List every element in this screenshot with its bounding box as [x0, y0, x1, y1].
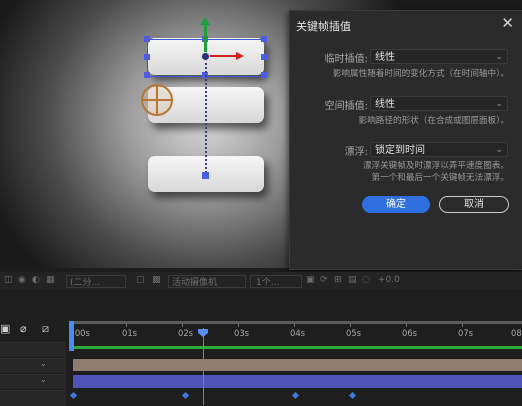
grid-icon[interactable]: ▦ — [46, 275, 55, 285]
anchor-point-icon[interactable] — [201, 52, 210, 61]
tick-mark — [462, 323, 463, 327]
roving-label: 漂浮: — [344, 147, 368, 158]
tick-label: 07s — [458, 328, 474, 338]
arrow-up-icon — [200, 17, 210, 25]
tick-mark — [238, 323, 239, 327]
keyframe-interpolation-dialog: 关键帧插值 ✕ 临时插值: 线性 ⌄ 影响属性随着时间的变化方式（在时间轴中）。… — [289, 10, 522, 270]
layer-duration-bar[interactable] — [73, 359, 522, 371]
paperclip-icon[interactable]: ⌀ — [20, 322, 27, 335]
tick-label: 05s — [346, 328, 362, 338]
layer-row-controls — [0, 374, 66, 389]
tick-label: 01s — [122, 328, 138, 338]
layer-row-controls — [0, 390, 66, 406]
time-ruler[interactable]: :00s 01s 02s 03s 04s 05s 06s 07s 08 — [70, 320, 522, 338]
color-icon[interactable]: ◐ — [32, 275, 40, 285]
motion-path — [205, 56, 207, 176]
graph-icon[interactable]: ⊞ — [334, 275, 342, 285]
tick-label: 06s — [402, 328, 418, 338]
spatial-interpolation-select[interactable]: 线性 ⌄ — [370, 96, 508, 111]
tick-label-start: :00s — [72, 328, 90, 338]
arrow-right-icon — [236, 52, 244, 60]
layer-row[interactable] — [0, 342, 522, 357]
layer-duration-bar-selected[interactable] — [73, 375, 522, 388]
tick-mark — [294, 323, 295, 327]
region-icon[interactable]: ▢ — [136, 275, 145, 285]
work-area-start-marker[interactable] — [69, 321, 74, 351]
tick-mark — [350, 323, 351, 327]
roving-select[interactable]: 锁定到时间 ⌄ — [370, 142, 508, 157]
temporal-interpolation-description: 影响属性随着时间的变化方式（在时间轴中）。 — [332, 69, 509, 79]
tick-mark — [406, 323, 407, 327]
transform-handle[interactable] — [261, 54, 267, 60]
temporal-interpolation-value: 线性 — [375, 52, 395, 63]
current-time-indicator[interactable] — [203, 328, 204, 405]
chevron-down-icon: ⌄ — [495, 52, 503, 62]
tick-label: 08 — [511, 328, 522, 338]
transform-handle[interactable] — [261, 36, 267, 42]
channel-icon[interactable]: ◫ — [4, 275, 13, 285]
tick-label: 02s — [178, 328, 194, 338]
transparency-grid-icon[interactable]: ▩ — [152, 275, 161, 285]
spatial-interpolation-value: 线性 — [375, 99, 395, 110]
transform-handle[interactable] — [261, 72, 267, 78]
transform-handle[interactable] — [144, 72, 150, 78]
roving-description-line2: 第一个和最后一个关键帧无法漂浮。 — [371, 173, 509, 183]
tick-mark — [126, 323, 127, 327]
layer-icon[interactable]: ▣ — [0, 322, 10, 335]
layer-row-controls — [0, 358, 66, 373]
layer-row[interactable] — [0, 390, 522, 406]
tick-mark — [182, 323, 183, 327]
tick-label: 04s — [290, 328, 306, 338]
layer-row-controls — [0, 342, 66, 357]
graph-editor-icon[interactable]: ⧄ — [42, 322, 49, 336]
cancel-button[interactable]: 取消 — [439, 196, 509, 213]
close-icon[interactable]: ✕ — [501, 14, 514, 32]
resolution-value: (二分... — [70, 278, 101, 288]
y-axis-gizmo[interactable] — [204, 22, 207, 56]
temporal-interpolation-label: 临时插值: — [324, 54, 368, 65]
chevron-down-icon: ⌄ — [495, 145, 503, 155]
camera-target-icon[interactable] — [141, 84, 173, 116]
ok-button[interactable]: 确定 — [362, 196, 430, 213]
motion-path-keyframe[interactable] — [202, 172, 209, 179]
timeline-panel: ▣ ⌀ ⧄ :00s 01s 02s 03s 04s 05s 06s 07s 0… — [0, 292, 522, 406]
fast-preview-icon[interactable]: ⟳ — [320, 275, 328, 285]
reset-exposure-icon[interactable]: ◌ — [362, 275, 370, 285]
spatial-interpolation-description: 影响路径的形状（在合成或图层面板）。 — [358, 116, 509, 126]
dialog-title: 关键帧插值 — [296, 20, 351, 33]
playhead-handle[interactable] — [198, 329, 208, 337]
chevron-down-icon[interactable]: ⌄ — [40, 375, 50, 384]
transform-handle[interactable] — [144, 36, 150, 42]
roving-value: 锁定到时间 — [375, 145, 425, 156]
exposure-value[interactable]: +0.0 — [378, 275, 400, 285]
camera-value: 活动摄像机 — [172, 278, 218, 288]
chevron-down-icon[interactable]: ⌄ — [40, 359, 50, 368]
viewer-toolbar: ◫ ◉ ◐ ▦ (二分... ▢ ▩ 活动摄像机 1个... ▣ ⟳ ⊞ ▤ ◌… — [0, 272, 522, 290]
tick-label: 03s — [234, 328, 250, 338]
spatial-interpolation-label: 空间插值: — [324, 101, 368, 112]
chevron-down-icon: ⌄ — [495, 99, 503, 109]
temporal-interpolation-select[interactable]: 线性 ⌄ — [370, 49, 508, 64]
views-value: 1个... — [256, 278, 280, 288]
roving-description-line1: 漂浮关键帧及时漂浮以弄平速度图表。 — [362, 161, 509, 171]
camera-snapshot-icon[interactable]: ◉ — [18, 275, 26, 285]
x-axis-gizmo[interactable] — [206, 55, 238, 57]
toggle-pixel-icon[interactable]: ▣ — [306, 275, 315, 285]
render-icon[interactable]: ▤ — [348, 275, 357, 285]
transform-handle[interactable] — [144, 54, 150, 60]
